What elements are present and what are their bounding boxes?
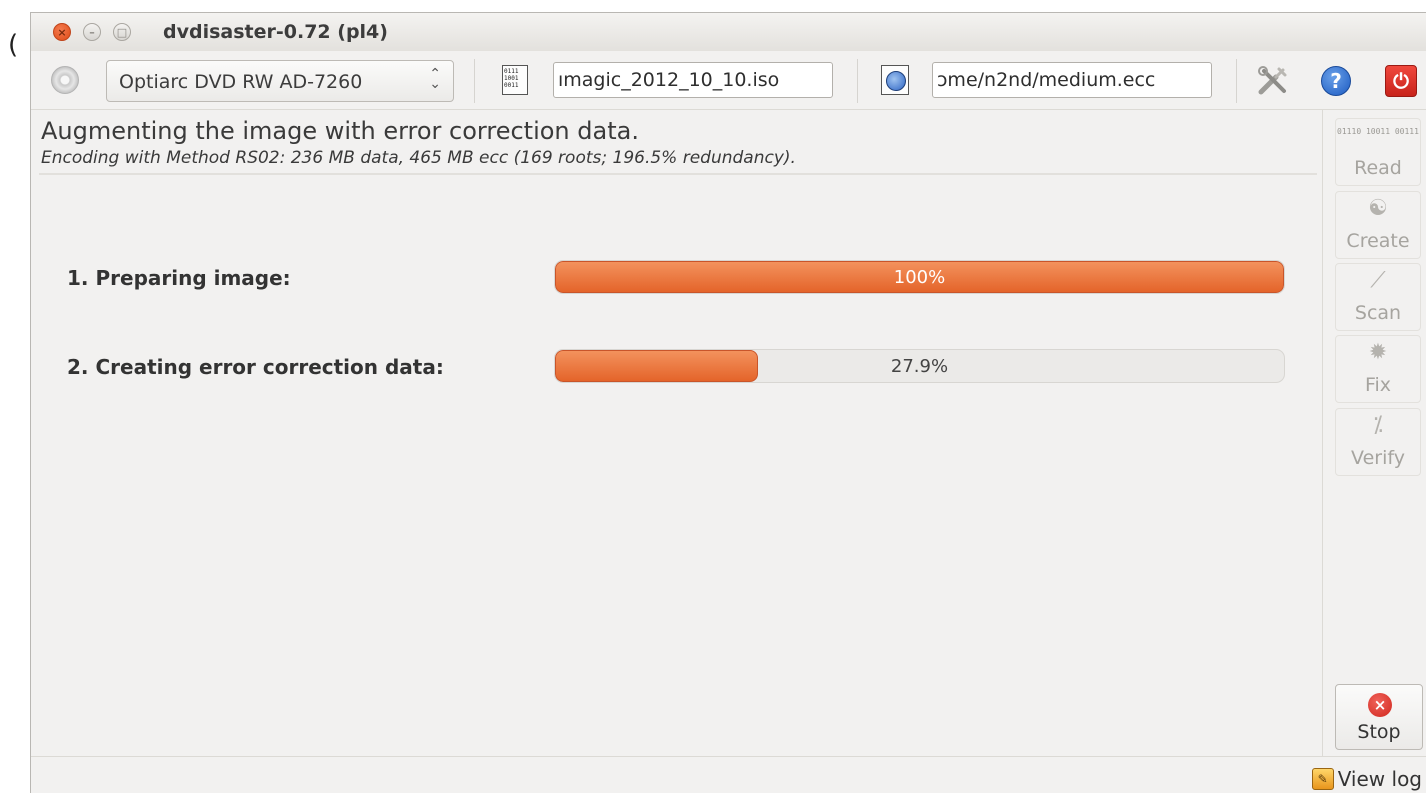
help-icon[interactable]: ? — [1321, 66, 1351, 96]
fix-button-label: Fix — [1364, 374, 1392, 396]
scan-chart-icon: ⟋ — [1370, 268, 1386, 293]
stray-paren-text: ( — [8, 30, 19, 60]
yin-yang-icon: ☯ — [1368, 196, 1388, 221]
window-close-button[interactable]: × — [53, 23, 71, 41]
ecc-path-field[interactable]: ɔme/n2nd/medium.ecc — [932, 62, 1212, 98]
create-button-label: Create — [1346, 230, 1410, 252]
window-title: dvdisaster-0.72 (pl4) — [163, 21, 388, 43]
progress-bar-creating: 27.9% — [554, 349, 1285, 383]
main-panel: Augmenting the image with error correcti… — [31, 110, 1321, 756]
step-label-preparing: 1. Preparing image: — [67, 266, 291, 290]
progress-bar-preparing: 100% — [554, 260, 1285, 294]
scan-button-label: Scan — [1354, 302, 1402, 324]
image-path-text: ımagic_2012_10_10.iso — [558, 69, 780, 91]
scan-button[interactable]: ⟋ Scan — [1335, 263, 1421, 331]
progress-text: 27.9% — [890, 356, 949, 377]
drive-icon — [51, 66, 79, 94]
step-label-creating: 2. Creating error correction data: — [67, 355, 444, 379]
fix-button[interactable]: ✹ Fix — [1335, 335, 1421, 403]
view-log-button[interactable]: ✎ View log — [1311, 767, 1422, 791]
action-sidebar: 01110 10011 00111 Read ☯ Create ⟋ Scan ✹… — [1322, 110, 1426, 756]
stop-icon: × — [1368, 693, 1392, 717]
verify-button-label: Verify — [1351, 447, 1405, 469]
create-button[interactable]: ☯ Create — [1335, 191, 1421, 259]
window-minimize-button[interactable]: – — [83, 23, 101, 41]
ecc-file-icon[interactable] — [881, 65, 909, 95]
drive-select-label: Optiarc DVD RW AD-7260 — [119, 71, 363, 93]
verify-button[interactable]: ⁒ Verify — [1335, 408, 1421, 476]
quit-icon[interactable]: ⏻ — [1385, 65, 1417, 97]
view-log-label: View log — [1337, 767, 1422, 791]
image-path-field[interactable]: ımagic_2012_10_10.iso — [553, 62, 833, 98]
window-maximize-button[interactable]: □ — [113, 23, 131, 41]
log-icon: ✎ — [1311, 768, 1334, 790]
preferences-tools-icon[interactable] — [1253, 63, 1293, 99]
chevron-updown-icon: ⌃ ⌄ — [429, 66, 441, 92]
toolbar-separator — [474, 59, 475, 103]
toolbar-separator — [857, 59, 858, 103]
verify-icon: ⁒ — [1373, 413, 1383, 438]
drive-select[interactable]: Optiarc DVD RW AD-7260 ⌃ ⌄ — [106, 60, 454, 102]
progress-text: 100% — [893, 267, 946, 288]
read-button[interactable]: 01110 10011 00111 Read — [1335, 118, 1421, 186]
page-title: Augmenting the image with error correcti… — [41, 117, 639, 145]
ecc-path-text: ɔme/n2nd/medium.ecc — [937, 69, 1156, 91]
app-window: × – □ dvdisaster-0.72 (pl4) Optiarc DVD … — [30, 12, 1426, 793]
binary-read-icon: 01110 10011 00111 — [1337, 127, 1419, 136]
stop-button[interactable]: × Stop — [1335, 684, 1423, 750]
title-bar: × – □ dvdisaster-0.72 (pl4) — [31, 13, 1426, 52]
read-button-label: Read — [1354, 157, 1402, 179]
fix-bug-icon: ✹ — [1368, 340, 1388, 365]
image-file-icon[interactable]: 0111 1001 0011 — [502, 65, 528, 95]
status-bar: ✎ View log — [31, 756, 1426, 793]
toolbar: Optiarc DVD RW AD-7260 ⌃ ⌄ 0111 1001 0011… — [31, 51, 1426, 110]
page-subtitle: Encoding with Method RS02: 236 MB data, … — [41, 148, 796, 168]
toolbar-separator — [1236, 59, 1237, 103]
divider — [39, 173, 1317, 175]
ecc-disc-icon — [886, 71, 906, 91]
stop-button-label: Stop — [1357, 721, 1401, 743]
